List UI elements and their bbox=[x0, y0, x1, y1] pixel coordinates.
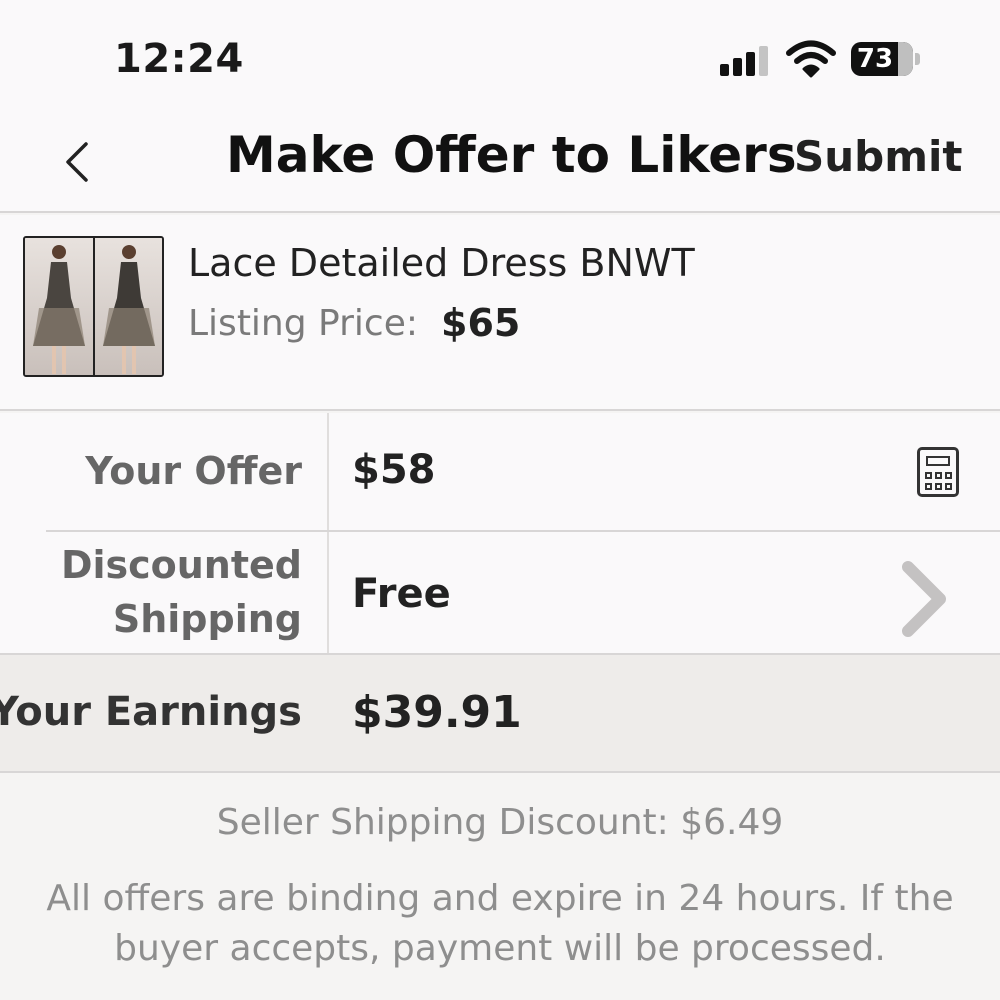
status-bar: 12:24 73 bbox=[0, 0, 1000, 110]
battery-icon: 73 bbox=[851, 42, 913, 76]
submit-button[interactable]: Submit bbox=[794, 132, 962, 181]
chevron-left-icon[interactable] bbox=[56, 132, 96, 192]
chevron-right-icon[interactable] bbox=[896, 553, 952, 645]
offer-label: Your Offer bbox=[85, 449, 302, 493]
nav-bar: Make Offer to Likers Submit bbox=[0, 110, 1000, 213]
shipping-label-line2: Shipping bbox=[112, 597, 302, 641]
row-divider bbox=[46, 530, 1000, 532]
page-title: Make Offer to Likers bbox=[226, 126, 797, 184]
earnings-row: Your Earnings $39.91 bbox=[0, 653, 1000, 773]
listing-thumbnail bbox=[23, 236, 164, 377]
earnings-value: $39.91 bbox=[352, 687, 522, 738]
signal-icon bbox=[720, 44, 772, 76]
listing-price-value: $65 bbox=[441, 301, 521, 345]
calculator-icon[interactable] bbox=[917, 447, 959, 497]
battery-cap bbox=[915, 53, 920, 65]
dress-image-icon bbox=[33, 245, 155, 374]
offer-input[interactable]: $58 bbox=[352, 447, 436, 493]
shipping-value[interactable]: Free bbox=[352, 571, 451, 617]
status-time: 12:24 bbox=[114, 36, 244, 82]
wifi-icon bbox=[786, 40, 836, 78]
listing-price-label: Listing Price: bbox=[188, 303, 418, 344]
battery-percent: 73 bbox=[856, 44, 894, 74]
offer-form: Your Offer $58 Discounted Shipping Free bbox=[0, 413, 1000, 773]
shipping-discount-text: Seller Shipping Discount: $6.49 bbox=[216, 802, 784, 843]
earnings-label: Your Earnings bbox=[0, 689, 302, 735]
shipping-label-line1: Discounted bbox=[60, 543, 302, 587]
offer-disclaimer: All offers are binding and expire in 24 … bbox=[46, 878, 954, 969]
listing-summary: Lace Detailed Dress BNWT Listing Price: … bbox=[0, 215, 1000, 411]
listing-title: Lace Detailed Dress BNWT bbox=[188, 241, 695, 285]
